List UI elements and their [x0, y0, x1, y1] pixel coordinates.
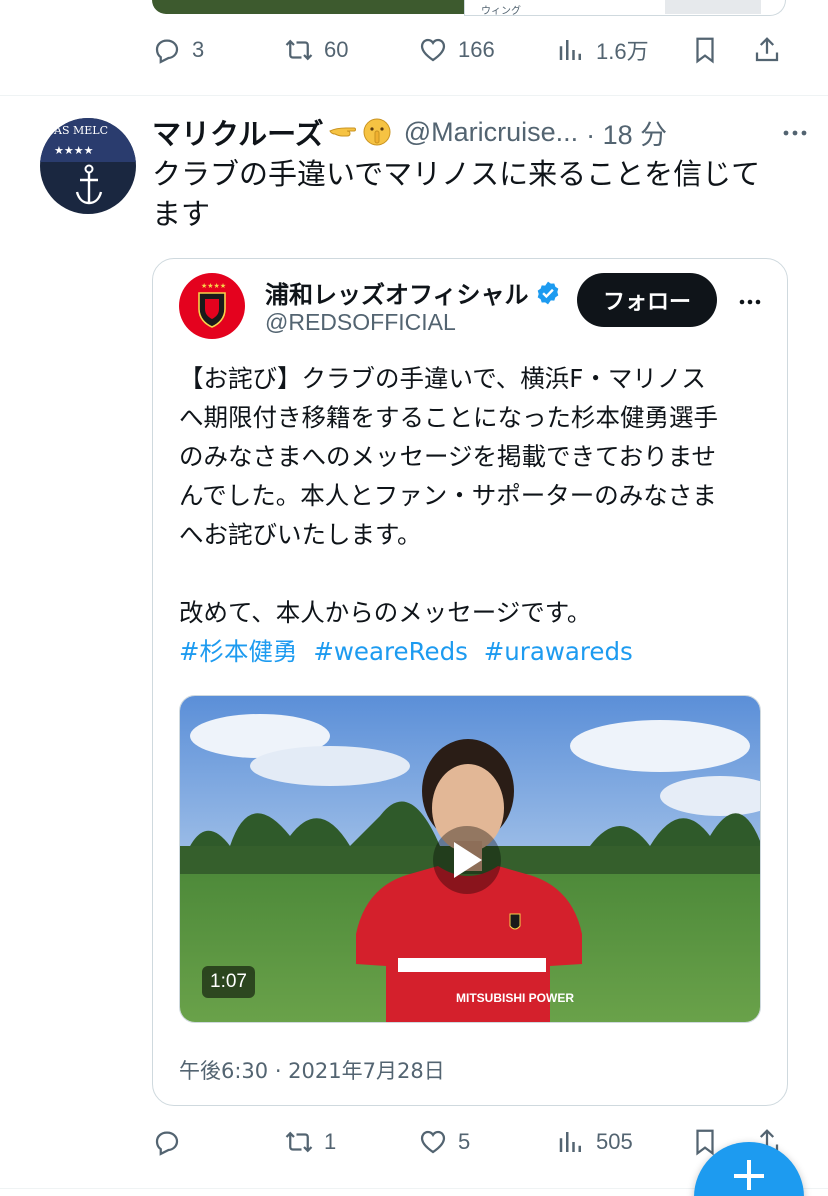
play-icon	[454, 842, 482, 878]
shushing-face-emoji-icon	[363, 118, 391, 146]
quoted-text-line: 改めて、本人からのメッセージです。	[179, 598, 592, 627]
reply-icon	[155, 1131, 179, 1156]
tweet-header: マリクルーズ @Maricruise... · 18 分	[152, 110, 812, 154]
reds-crest-icon: ★★★★	[198, 282, 226, 328]
hashtags: #杉本健勇 #weareReds #urawareds	[179, 632, 769, 671]
more-options-icon[interactable]	[778, 116, 812, 150]
display-name[interactable]: マリクルーズ	[152, 111, 324, 153]
quoted-text-line: へ期限付き移籍をすることになった杉本健勇選手	[179, 403, 718, 432]
tweet-time[interactable]: · 18 分	[586, 113, 667, 152]
previous-tweet-actions: 3 60 166 1.6万	[152, 30, 792, 70]
like-count: 166	[458, 37, 495, 62]
retweet-icon	[285, 39, 313, 61]
quoted-display-name[interactable]: 浦和レッズオフィシャル	[265, 275, 561, 310]
like-button[interactable]: 166	[418, 30, 495, 70]
follow-button[interactable]: フォロー	[577, 273, 717, 327]
anchor-icon	[75, 164, 103, 205]
play-button[interactable]	[433, 826, 501, 894]
views-count: 505	[596, 1129, 633, 1154]
reply-button[interactable]	[152, 1122, 192, 1162]
tweet-actions: 1 5 505	[152, 1122, 792, 1162]
avatar-stars: ★★★★	[54, 144, 94, 157]
views-button[interactable]: 505	[556, 1122, 633, 1162]
tweet-text-line: クラブの手違いでマリノスに来ることを信じて	[152, 157, 761, 191]
bookmark-button[interactable]	[690, 30, 720, 70]
like-button[interactable]: 5	[418, 1122, 470, 1162]
quoted-more-icon[interactable]	[735, 287, 765, 317]
retweet-icon	[285, 1131, 313, 1153]
like-count: 5	[458, 1129, 471, 1154]
video-duration: 1:07	[202, 966, 255, 998]
heart-icon	[420, 38, 446, 62]
bookmark-icon	[696, 37, 714, 64]
previous-card-remnant[interactable]: ウィング	[152, 0, 786, 17]
previous-card-thumbnail	[665, 0, 761, 14]
views-button[interactable]: 1.6万	[556, 30, 649, 70]
quoted-tweet-card[interactable]: ★★★★ 浦和レッズオフィシャル @REDSOFFICIAL フォロー 【お詫び…	[152, 258, 788, 1106]
tweet-text-line: ます	[152, 197, 211, 231]
verified-badge-icon	[537, 281, 558, 304]
views-icon	[559, 1132, 581, 1152]
views-icon	[559, 40, 581, 60]
quoted-text-blank-line	[179, 554, 769, 593]
views-count: 1.6万	[596, 39, 649, 64]
retweet-count: 60	[324, 37, 349, 62]
quoted-text-line: へお詫びいたします。	[179, 520, 422, 549]
pointing-hand-emoji-icon	[329, 127, 356, 137]
share-button[interactable]	[752, 30, 782, 70]
quoted-text-line: のみなさまへのメッセージを掲載できておりませ	[179, 442, 717, 471]
quoted-handle[interactable]: @REDSOFFICIAL	[265, 309, 456, 336]
avatar-text: ÂS MELC	[54, 124, 108, 137]
user-avatar[interactable]: ÂS MELC ★★★★	[40, 118, 136, 214]
retweet-button[interactable]: 1	[284, 1122, 336, 1162]
quoted-timestamp[interactable]: 午後6:30 · 2021年7月28日	[179, 1055, 445, 1085]
svg-text:★★★★: ★★★★	[201, 282, 226, 290]
reply-count: 3	[192, 37, 205, 62]
tweet-text: クラブの手違いでマリノスに来ることを信じて ます	[152, 154, 802, 234]
retweet-count: 1	[324, 1129, 337, 1154]
quoted-text-line: 【お詫び】クラブの手違いで、横浜F・マリノス	[179, 364, 706, 393]
reds-logo-avatar[interactable]: ★★★★	[179, 273, 245, 339]
previous-card-preview: ウィング	[464, 0, 786, 17]
previous-card-caption: ウィング	[481, 6, 521, 17]
video-player[interactable]: MITSUBISHI POWER 1:07	[179, 695, 761, 1023]
hashtag-link[interactable]: #urawareds	[484, 637, 633, 666]
reply-icon	[155, 39, 179, 64]
tweet-divider	[0, 95, 828, 96]
previous-card-image	[152, 0, 464, 14]
reply-button[interactable]: 3	[152, 30, 204, 70]
user-handle[interactable]: @Maricruise...	[404, 117, 578, 148]
quoted-name-text: 浦和レッズオフィシャル	[265, 281, 529, 309]
retweet-button[interactable]: 60	[284, 30, 348, 70]
hashtag-link[interactable]: #杉本健勇	[179, 637, 298, 666]
quoted-text-line: んでした。本人とファン・サポーターのみなさま	[179, 481, 717, 510]
quoted-tweet-text: 【お詫び】クラブの手違いで、横浜F・マリノス へ期限付き移籍をすることになった杉…	[179, 359, 769, 671]
share-icon	[755, 37, 779, 62]
hashtag-link[interactable]: #weareReds	[313, 637, 468, 666]
heart-icon	[420, 1130, 446, 1154]
shirt-sponsor: MITSUBISHI POWER	[456, 991, 574, 1005]
plus-icon-vertical	[747, 1160, 751, 1190]
